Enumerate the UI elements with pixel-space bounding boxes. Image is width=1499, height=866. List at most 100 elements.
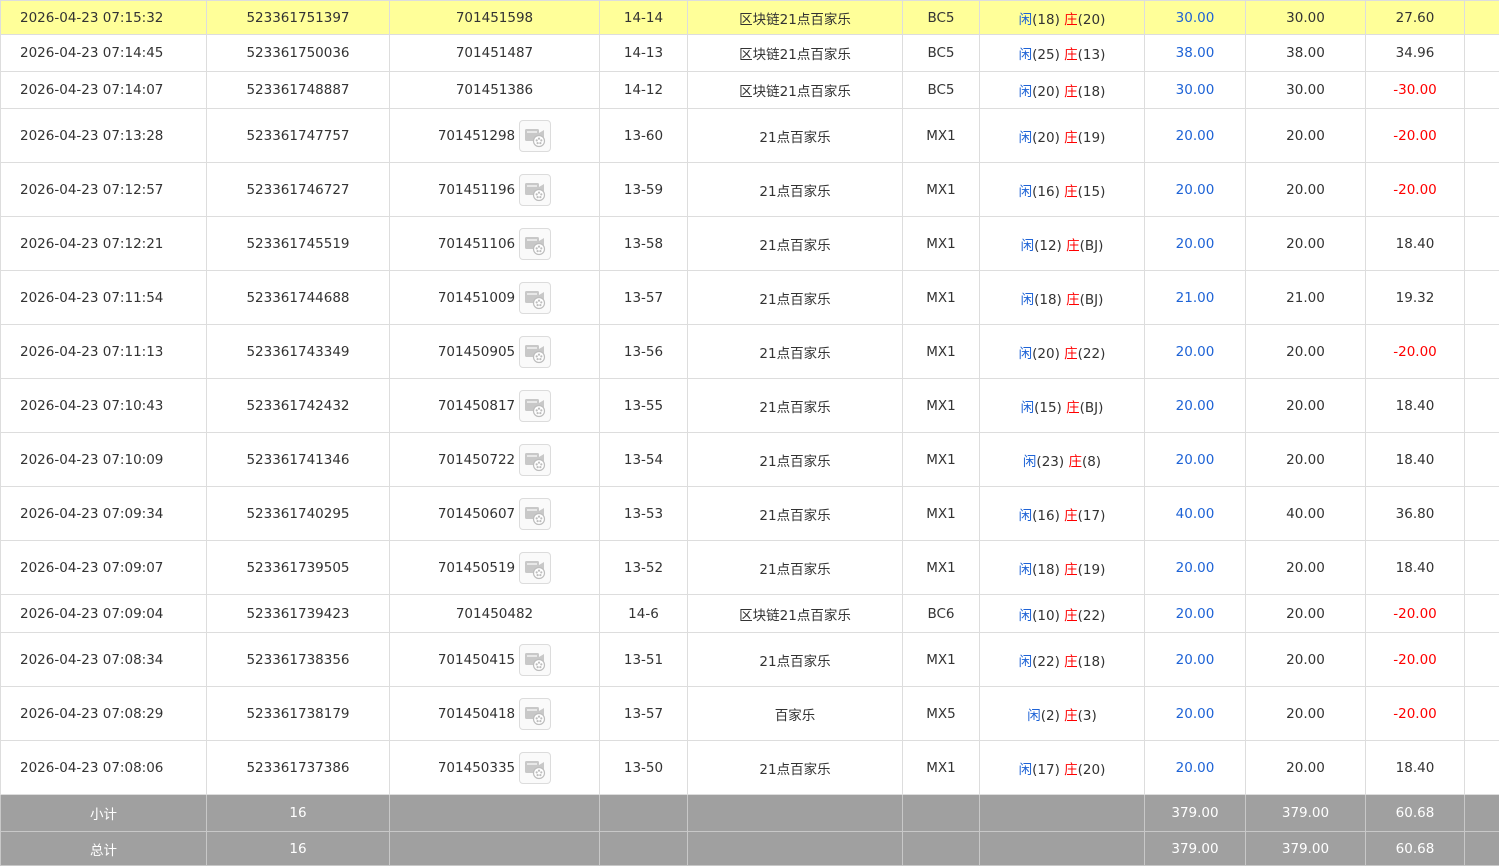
valid-bet: 20.00 xyxy=(1246,109,1366,163)
summary-empty xyxy=(390,832,600,866)
shoe-round: 13-53 xyxy=(600,487,688,541)
win-loss: -20.00 xyxy=(1366,109,1465,163)
game-number-wrap: 701451386 xyxy=(456,82,533,98)
player-points: (20) xyxy=(1032,130,1060,146)
game-number-wrap: 701450722 xyxy=(438,444,551,476)
game-type: 区块链21点百家乐 xyxy=(688,35,903,72)
video-replay-icon[interactable] xyxy=(519,644,551,676)
bet-amount: 20.00 xyxy=(1145,687,1246,741)
video-replay-icon[interactable] xyxy=(519,120,551,152)
game-number-cell: 701450482 xyxy=(390,595,600,633)
player-label: 闲 xyxy=(1019,12,1033,28)
table-code: BC5 xyxy=(903,1,980,35)
game-number-wrap: 701450519 xyxy=(438,552,551,584)
game-type: 21点百家乐 xyxy=(688,271,903,325)
valid-bet: 20.00 xyxy=(1246,741,1366,795)
table-code: MX1 xyxy=(903,163,980,217)
video-replay-icon[interactable] xyxy=(519,390,551,422)
video-replay-icon[interactable] xyxy=(519,174,551,206)
game-number: 701451598 xyxy=(456,10,533,26)
game-number-cell: 701451196 xyxy=(390,163,600,217)
game-type: 区块链21点百家乐 xyxy=(688,595,903,633)
banker-label: 庄 xyxy=(1066,292,1080,308)
summary-count: 16 xyxy=(207,795,390,832)
player-label: 闲 xyxy=(1021,400,1035,416)
game-number-cell: 701450607 xyxy=(390,487,600,541)
valid-bet: 20.00 xyxy=(1246,163,1366,217)
win-loss: 19.32 xyxy=(1366,271,1465,325)
banker-points: (8) xyxy=(1082,454,1101,470)
banker-points: (BJ) xyxy=(1080,238,1104,254)
video-replay-icon[interactable] xyxy=(519,336,551,368)
game-type: 21点百家乐 xyxy=(688,433,903,487)
bet-time: 2026-04-23 07:12:57 xyxy=(1,163,207,217)
bet-amount: 20.00 xyxy=(1145,163,1246,217)
banker-label: 庄 xyxy=(1064,346,1078,362)
valid-bet: 21.00 xyxy=(1246,271,1366,325)
summary-result-total: 60.68 xyxy=(1366,832,1465,866)
bet-time: 2026-04-23 07:08:29 xyxy=(1,687,207,741)
row-extra-cell xyxy=(1465,379,1499,433)
video-camera-icon xyxy=(523,448,547,472)
bet-time: 2026-04-23 07:10:43 xyxy=(1,379,207,433)
hand-result: 闲(20) 庄(18) xyxy=(980,72,1145,109)
game-number: 701451009 xyxy=(438,290,515,306)
game-number-cell: 701450905 xyxy=(390,325,600,379)
video-replay-icon[interactable] xyxy=(519,282,551,314)
video-replay-icon[interactable] xyxy=(519,228,551,260)
order-number: 523361748887 xyxy=(207,72,390,109)
table-code: MX1 xyxy=(903,541,980,595)
row-extra-cell xyxy=(1465,633,1499,687)
game-number: 701450722 xyxy=(438,452,515,468)
order-number: 523361739505 xyxy=(207,541,390,595)
bet-amount: 20.00 xyxy=(1145,595,1246,633)
table-code: MX1 xyxy=(903,379,980,433)
player-points: (10) xyxy=(1032,608,1060,624)
game-number-wrap: 701450335 xyxy=(438,752,551,784)
win-loss: 18.40 xyxy=(1366,433,1465,487)
video-camera-icon xyxy=(523,124,547,148)
table-row: 2026-04-23 07:11:13 523361743349 7014509… xyxy=(1,325,1499,379)
player-label: 闲 xyxy=(1019,346,1033,362)
shoe-round: 13-57 xyxy=(600,271,688,325)
game-number: 701450519 xyxy=(438,560,515,576)
game-number-wrap: 701451196 xyxy=(438,174,551,206)
video-replay-icon[interactable] xyxy=(519,698,551,730)
hand-result: 闲(17) 庄(20) xyxy=(980,741,1145,795)
video-replay-icon[interactable] xyxy=(519,752,551,784)
video-camera-icon xyxy=(523,394,547,418)
table-row: 2026-04-23 07:08:29 523361738179 7014504… xyxy=(1,687,1499,741)
table-row: 2026-04-23 07:09:04 523361739423 7014504… xyxy=(1,595,1499,633)
win-loss: -20.00 xyxy=(1366,163,1465,217)
table-row: 2026-04-23 07:15:32 523361751397 7014515… xyxy=(1,1,1499,35)
banker-points: (17) xyxy=(1078,508,1106,524)
bet-time: 2026-04-23 07:09:34 xyxy=(1,487,207,541)
game-type: 21点百家乐 xyxy=(688,633,903,687)
game-number: 701450415 xyxy=(438,652,515,668)
player-points: (2) xyxy=(1041,708,1060,724)
game-number-cell: 701451009 xyxy=(390,271,600,325)
bet-time: 2026-04-23 07:12:21 xyxy=(1,217,207,271)
valid-bet: 30.00 xyxy=(1246,1,1366,35)
shoe-round: 13-52 xyxy=(600,541,688,595)
summary-empty xyxy=(688,832,903,866)
shoe-round: 13-57 xyxy=(600,687,688,741)
win-loss: -20.00 xyxy=(1366,687,1465,741)
bet-time: 2026-04-23 07:10:09 xyxy=(1,433,207,487)
row-extra-cell xyxy=(1465,163,1499,217)
summary-empty xyxy=(980,795,1145,832)
video-replay-icon[interactable] xyxy=(519,552,551,584)
win-loss: -30.00 xyxy=(1366,72,1465,109)
game-type: 21点百家乐 xyxy=(688,379,903,433)
hand-result: 闲(15) 庄(BJ) xyxy=(980,379,1145,433)
order-number: 523361744688 xyxy=(207,271,390,325)
video-replay-icon[interactable] xyxy=(519,498,551,530)
video-replay-icon[interactable] xyxy=(519,444,551,476)
summary-valid-total: 379.00 xyxy=(1246,795,1366,832)
bet-amount: 21.00 xyxy=(1145,271,1246,325)
player-label: 闲 xyxy=(1019,608,1033,624)
player-label: 闲 xyxy=(1019,47,1033,63)
banker-label: 庄 xyxy=(1064,762,1078,778)
banker-points: (20) xyxy=(1078,762,1106,778)
game-number-cell: 701451106 xyxy=(390,217,600,271)
